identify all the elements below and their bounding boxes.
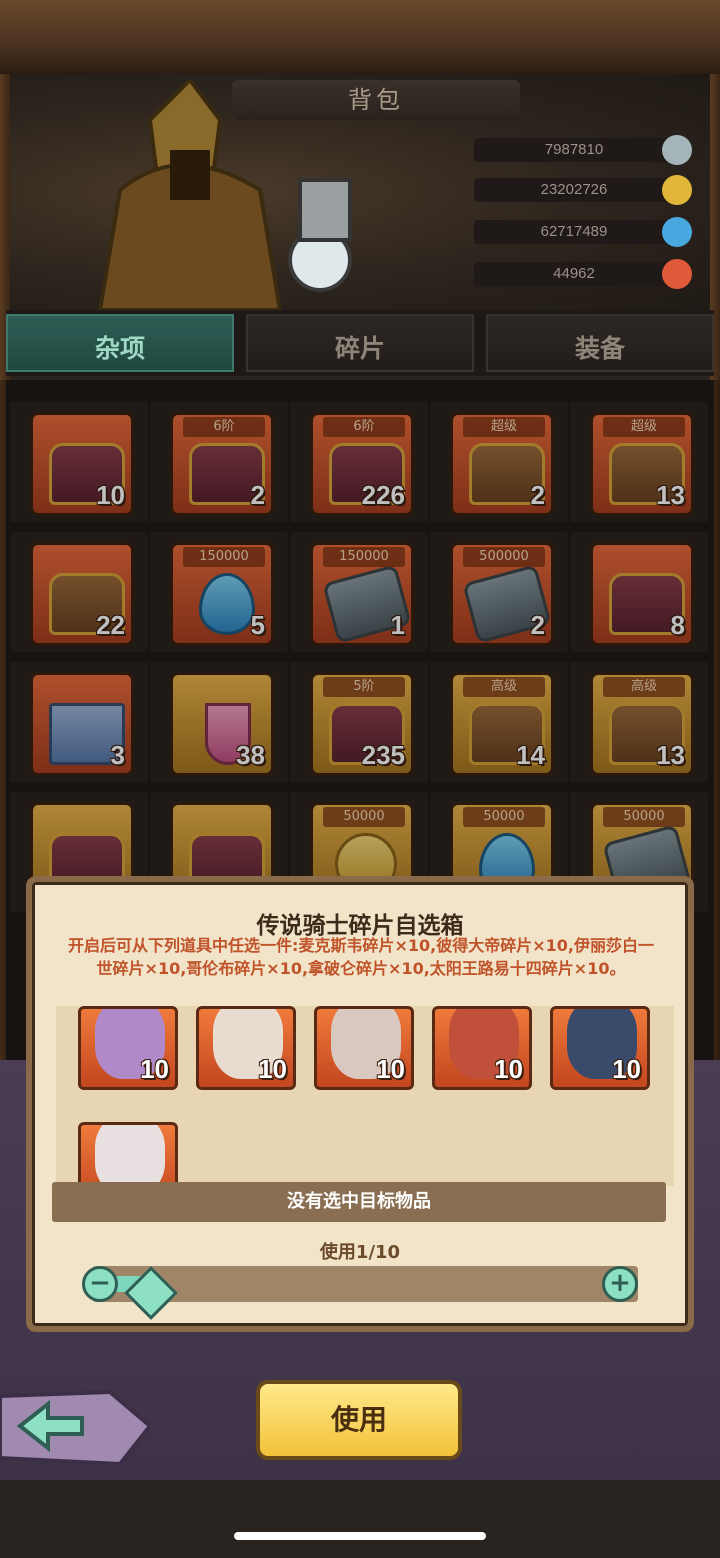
tab-bar: 杂项 碎片 装备	[6, 310, 714, 376]
hero-fragment-count: 10	[612, 1054, 641, 1084]
decrease-button[interactable]: −	[82, 1266, 118, 1302]
hero-fragment-option[interactable]	[78, 1122, 178, 1186]
gold-coin-icon	[662, 175, 692, 205]
hero-fragment-option[interactable]: 10	[432, 1006, 532, 1090]
hero-fragment-count: 10	[376, 1054, 405, 1084]
currency-value: 7987810	[474, 138, 674, 162]
hero-fragment-option[interactable]: 10	[196, 1006, 296, 1090]
page-title: 背包	[232, 80, 520, 120]
tab-misc[interactable]: 杂项	[6, 314, 234, 372]
back-arrow-icon[interactable]	[0, 1386, 150, 1464]
top-frame	[0, 0, 720, 78]
use-count-label: 使用1/10	[319, 1242, 401, 1263]
hero-fragment-option[interactable]: 10	[78, 1006, 178, 1090]
currency-value: 23202726	[474, 178, 674, 202]
tab-equipment[interactable]: 装备	[486, 314, 714, 372]
dialog-description: 开启后可从下列道具中任选一件:麦克斯韦碎片×10,彼得大帝碎片×10,伊丽莎白一…	[68, 936, 654, 978]
use-button[interactable]: 使用	[256, 1380, 462, 1460]
item-select-dialog: 传说骑士碎片自选箱 开启后可从下列道具中任选一件:麦克斯韦碎片×10,彼得大帝碎…	[26, 876, 694, 1332]
increase-button[interactable]: +	[602, 1266, 638, 1302]
currency-value: 44962	[474, 262, 674, 286]
hero-choice-list[interactable]: 10 10 10 10 10	[56, 1006, 674, 1186]
selection-status: 没有选中目标物品	[52, 1182, 666, 1222]
hero-fragment-count: 10	[494, 1054, 523, 1084]
tab-fragments[interactable]: 碎片	[246, 314, 474, 372]
water-drop-icon	[662, 217, 692, 247]
hero-fragment-count: 10	[258, 1054, 287, 1084]
red-gem-icon	[662, 259, 692, 289]
hero-fragment-option[interactable]: 10	[550, 1006, 650, 1090]
hero-portrait-icon	[95, 1125, 165, 1186]
stone-icon	[662, 135, 692, 165]
hero-fragment-option[interactable]: 10	[314, 1006, 414, 1090]
currency-value: 62717489	[474, 220, 674, 244]
hero-fragment-count: 10	[140, 1054, 169, 1084]
home-indicator[interactable]	[234, 1532, 486, 1540]
